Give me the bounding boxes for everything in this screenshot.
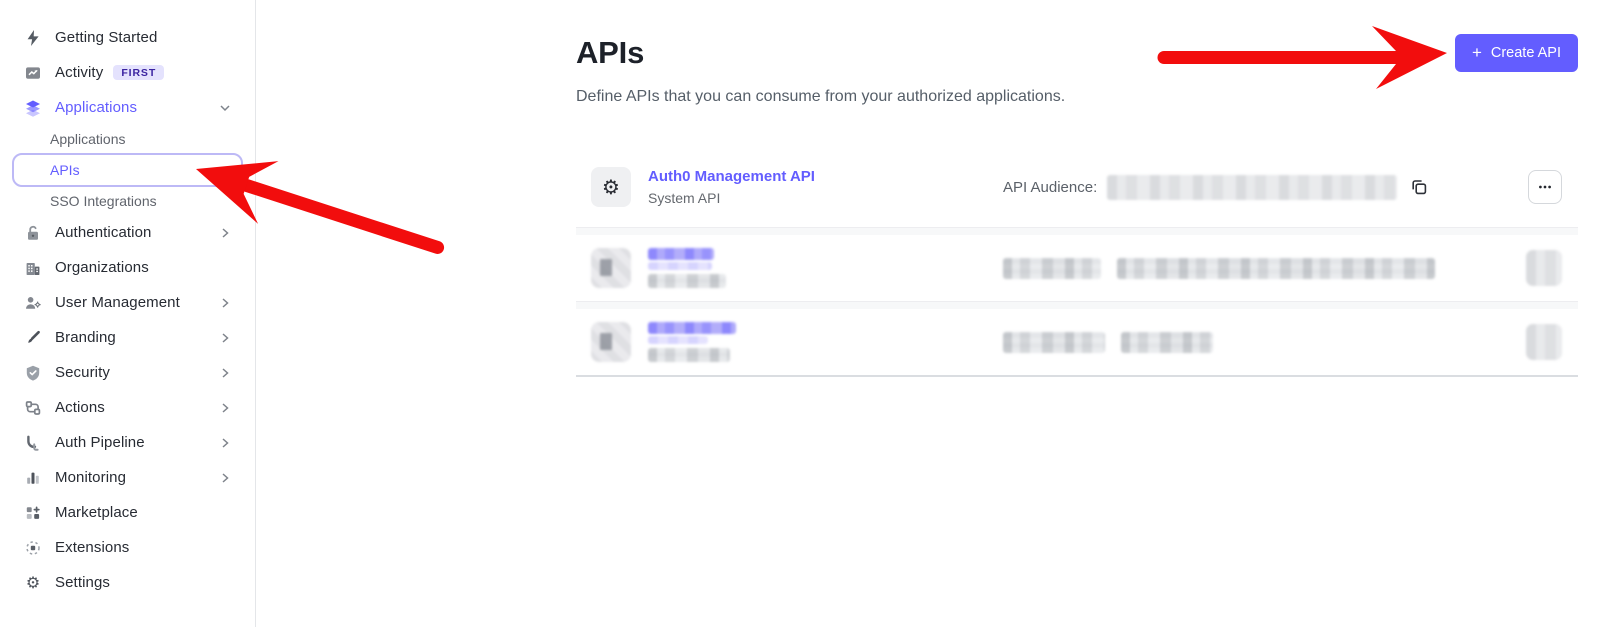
- api-row-redacted: [576, 309, 1578, 375]
- chevron-right-icon: [217, 470, 233, 486]
- sidebar-item-monitoring[interactable]: Monitoring: [0, 460, 255, 495]
- sidebar-item-label: Marketplace: [55, 504, 138, 521]
- api-icon-box-redacted: [591, 248, 631, 288]
- sidebar-item-applications-sub[interactable]: Applications: [0, 125, 255, 153]
- sidebar-item-label: Settings: [55, 574, 110, 591]
- sidebar-item-label: User Management: [55, 294, 180, 311]
- chevron-right-icon: [217, 400, 233, 416]
- api-icon-box: ⚙: [591, 167, 631, 207]
- create-api-button-label: Create API: [1491, 45, 1561, 61]
- api-list: ⚙ Auth0 Management API System API API Au…: [576, 147, 1578, 377]
- api-type-redacted: [648, 274, 726, 288]
- sidebar-item-label: Organizations: [55, 259, 149, 276]
- chevron-right-icon: [217, 225, 233, 241]
- audience-value-redacted: [1121, 332, 1213, 353]
- sidebar-subitem-label: APIs: [50, 162, 80, 178]
- sidebar-subitem-label: Applications: [50, 131, 126, 147]
- sidebar-item-label: Activity: [55, 64, 103, 81]
- paintbrush-icon: [24, 329, 42, 347]
- page-description: Define APIs that you can consume from yo…: [576, 88, 1065, 106]
- api-name-link-redacted[interactable]: [648, 248, 714, 260]
- api-icon-box-redacted: [591, 322, 631, 362]
- main-content: APIs Define APIs that you can consume fr…: [256, 0, 1602, 627]
- activity-icon: [24, 64, 42, 82]
- api-name-link-redacted[interactable]: [648, 322, 736, 334]
- sidebar-item-authentication[interactable]: Authentication: [0, 215, 255, 250]
- audience-label: API Audience:: [1003, 179, 1097, 196]
- api-type-redacted: [648, 348, 730, 362]
- copy-icon[interactable]: [1409, 177, 1429, 197]
- audience-redacted: [1003, 258, 1101, 279]
- sidebar-item-auth-pipeline[interactable]: Auth Pipeline: [0, 425, 255, 460]
- sidebar-item-marketplace[interactable]: Marketplace: [0, 495, 255, 530]
- user-gear-icon: [24, 294, 42, 312]
- sidebar-item-apis[interactable]: APIs: [12, 153, 243, 187]
- sidebar-item-actions[interactable]: Actions: [0, 390, 255, 425]
- gear-icon: ⚙: [602, 177, 620, 197]
- chevron-down-icon: [217, 100, 233, 116]
- sidebar-item-label: Applications: [55, 99, 137, 116]
- audience-value-redacted: [1107, 175, 1397, 200]
- more-options-button[interactable]: [1528, 170, 1562, 204]
- api-type-label: System API: [648, 190, 815, 206]
- sidebar-item-sso-integrations[interactable]: SSO Integrations: [0, 187, 255, 215]
- gear-icon: ⚙: [24, 574, 42, 592]
- sidebar-item-label: Security: [55, 364, 110, 381]
- sidebar-item-label: Monitoring: [55, 469, 126, 486]
- sidebar-item-label: Auth Pipeline: [55, 434, 145, 451]
- sidebar-item-security[interactable]: Security: [0, 355, 255, 390]
- bar-chart-icon: [24, 469, 42, 487]
- shield-check-icon: [24, 364, 42, 382]
- sidebar-item-label: Actions: [55, 399, 105, 416]
- page-header: APIs Define APIs that you can consume fr…: [576, 0, 1578, 106]
- lock-icon: [24, 224, 42, 242]
- more-options-button-redacted[interactable]: [1526, 250, 1562, 286]
- audience-redacted: [1003, 332, 1105, 353]
- chevron-right-icon: [217, 435, 233, 451]
- chevron-right-icon: [217, 330, 233, 346]
- building-icon: [24, 259, 42, 277]
- flow-icon: [24, 399, 42, 417]
- ellipsis-icon: [1537, 179, 1553, 195]
- row-separator: [576, 227, 1578, 235]
- api-row-management: ⚙ Auth0 Management API System API API Au…: [576, 147, 1578, 227]
- row-separator: [576, 301, 1578, 309]
- create-api-button[interactable]: + Create API: [1455, 34, 1578, 72]
- pipeline-icon: [24, 434, 42, 452]
- sidebar-item-activity[interactable]: Activity FIRST: [0, 55, 255, 90]
- sidebar-item-organizations[interactable]: Organizations: [0, 250, 255, 285]
- sidebar-item-branding[interactable]: Branding: [0, 320, 255, 355]
- plus-icon: +: [1472, 44, 1482, 61]
- chevron-right-icon: [217, 295, 233, 311]
- sidebar-item-settings[interactable]: ⚙ Settings: [0, 565, 255, 600]
- sidebar-item-applications[interactable]: Applications: [0, 90, 255, 125]
- sidebar-item-label: Branding: [55, 329, 116, 346]
- app-window: Getting Started Activity FIRST Applicati…: [0, 0, 1602, 627]
- sidebar-item-label: Authentication: [55, 224, 151, 241]
- layers-icon: [24, 99, 42, 117]
- sidebar-item-label: Getting Started: [55, 29, 157, 46]
- sidebar-item-extensions[interactable]: Extensions: [0, 530, 255, 565]
- api-row-redacted: [576, 235, 1578, 301]
- chevron-right-icon: [217, 365, 233, 381]
- sidebar-item-label: Extensions: [55, 539, 129, 556]
- sidebar: Getting Started Activity FIRST Applicati…: [0, 0, 256, 627]
- sidebar-subitem-label: SSO Integrations: [50, 193, 157, 209]
- audience-value-redacted: [1117, 258, 1435, 279]
- sidebar-item-getting-started[interactable]: Getting Started: [0, 20, 255, 55]
- more-options-button-redacted[interactable]: [1526, 324, 1562, 360]
- bolt-icon: [24, 29, 42, 47]
- page-title: APIs: [576, 34, 1065, 72]
- burst-icon: [24, 539, 42, 557]
- first-badge: FIRST: [113, 65, 164, 81]
- grid-plus-icon: [24, 504, 42, 522]
- api-name-link[interactable]: Auth0 Management API: [648, 168, 815, 185]
- sidebar-item-user-management[interactable]: User Management: [0, 285, 255, 320]
